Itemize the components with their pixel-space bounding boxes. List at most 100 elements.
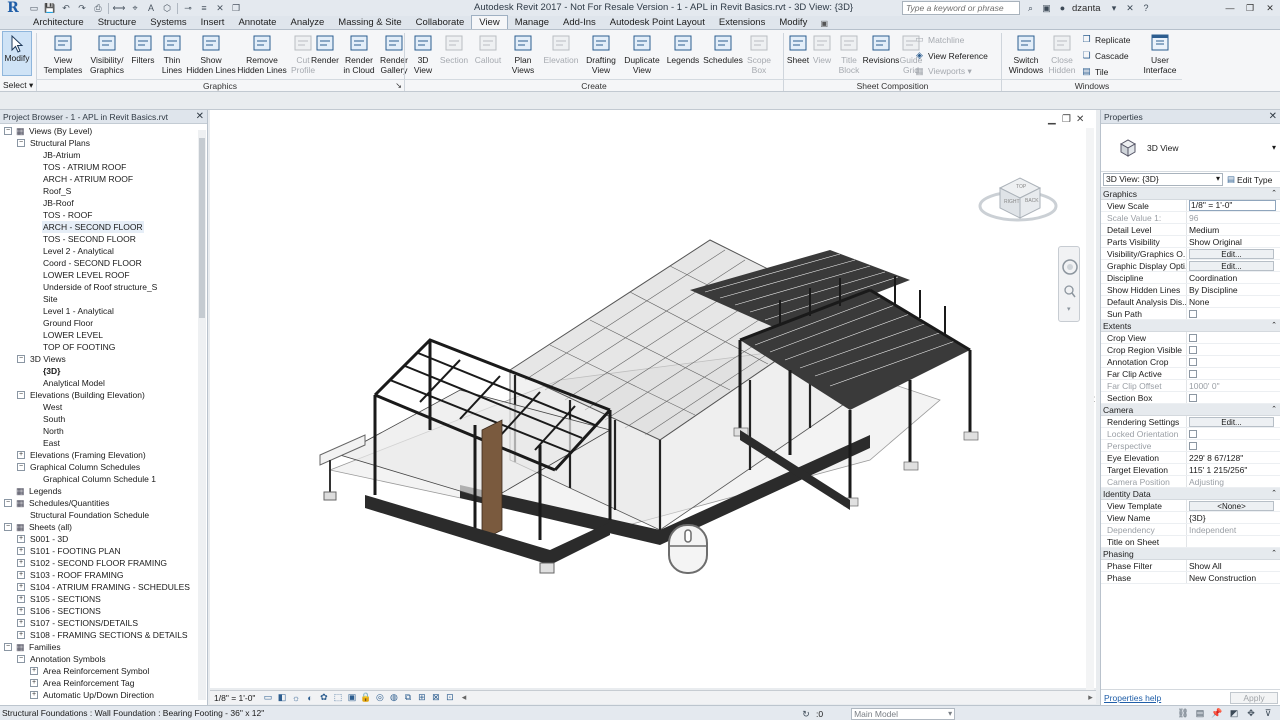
collapse-icon[interactable]: −	[17, 139, 25, 147]
property-value[interactable]: By Discipline	[1187, 284, 1280, 295]
property-value[interactable]: Show Original	[1187, 236, 1280, 247]
search-icon[interactable]: ⌕	[1024, 2, 1037, 15]
browser-item[interactable]: + S107 - SECTIONS/DETAILS	[0, 617, 207, 629]
tab-extensions[interactable]: Extensions	[712, 16, 772, 29]
user-icon[interactable]: ●	[1056, 2, 1069, 15]
browser-item[interactable]: {3D}	[0, 365, 207, 377]
browser-item[interactable]: Site	[0, 293, 207, 305]
restore-icon[interactable]: ❐	[1062, 114, 1071, 125]
restore-icon[interactable]: ❐	[1240, 0, 1260, 16]
browser-item[interactable]: TOP OF FOOTING	[0, 341, 207, 353]
close-hidden-button[interactable]: Close Hidden	[1046, 32, 1078, 75]
graphics-panel-label[interactable]: Graphics ↘	[36, 79, 404, 91]
property-value[interactable]: {3D}	[1187, 512, 1280, 523]
expand-icon[interactable]: +	[17, 571, 25, 579]
browser-item[interactable]: + Area Reinforcement Tag	[0, 677, 207, 689]
tab-autodesk-point-layout[interactable]: Autodesk Point Layout	[603, 16, 712, 29]
property-value[interactable]	[1187, 392, 1280, 403]
property-value[interactable]	[1187, 308, 1280, 319]
type-selector[interactable]: 3D View ▾	[1101, 124, 1280, 172]
expand-icon[interactable]: +	[17, 547, 25, 555]
browser-item[interactable]: − ▦ Sheets (all)	[0, 521, 207, 533]
property-value[interactable]: Coordination	[1187, 272, 1280, 283]
expand-icon[interactable]: +	[17, 619, 25, 627]
text-icon[interactable]: A	[144, 2, 158, 15]
expand-icon[interactable]: +	[30, 691, 38, 699]
property-checkbox[interactable]	[1189, 370, 1197, 378]
undo-icon[interactable]: ↶	[59, 2, 73, 15]
subscription-icon[interactable]: ▣	[1040, 2, 1053, 15]
revit-logo-icon[interactable]: R	[0, 0, 26, 16]
property-edit-button[interactable]: Edit...	[1189, 249, 1274, 259]
browser-item[interactable]: North	[0, 425, 207, 437]
browser-item[interactable]: + Elevations (Framing Elevation)	[0, 449, 207, 461]
property-edit-button[interactable]: <None>	[1189, 501, 1274, 511]
property-edit-button[interactable]: Edit...	[1189, 417, 1274, 427]
property-value[interactable]: New Construction	[1187, 572, 1280, 583]
property-value[interactable]: None	[1187, 296, 1280, 307]
property-value[interactable]: 229' 8 67/128"	[1187, 452, 1280, 463]
detail-level-icon[interactable]: ▭	[262, 692, 273, 703]
expand-icon[interactable]: +	[17, 451, 25, 459]
browser-item[interactable]: − Annotation Symbols	[0, 653, 207, 665]
tab-manage[interactable]: Manage	[508, 16, 556, 29]
browser-item[interactable]: Ground Floor	[0, 317, 207, 329]
property-value[interactable]	[1187, 368, 1280, 379]
property-checkbox[interactable]	[1189, 310, 1197, 318]
exchange-apps-icon[interactable]: ✕	[1124, 2, 1137, 15]
collapse-icon[interactable]: −	[4, 523, 12, 531]
browser-item[interactable]: + S103 - ROOF FRAMING	[0, 569, 207, 581]
render-gallery-button[interactable]: Render Gallery	[378, 32, 410, 75]
browser-item[interactable]: + S106 - SECTIONS	[0, 605, 207, 617]
view-templates-button[interactable]: View Templates	[40, 32, 86, 75]
panel-launcher-icon[interactable]: ↘	[395, 81, 402, 90]
thin-lines-icon[interactable]: ≡	[197, 2, 211, 15]
render-button[interactable]: Render	[310, 32, 340, 65]
browser-item[interactable]: East	[0, 437, 207, 449]
expand-icon[interactable]: +	[17, 559, 25, 567]
minimize-icon[interactable]: ▁	[1048, 114, 1056, 125]
scroll-right-icon[interactable]: ▸	[1085, 692, 1096, 703]
browser-item[interactable]: − Structural Plans	[0, 137, 207, 149]
viewcube-icon[interactable]: TOP RIGHT BACK	[978, 166, 1068, 226]
browser-item[interactable]: − Graphical Column Schedules	[0, 461, 207, 473]
switch-windows-icon[interactable]: ❐	[229, 2, 243, 15]
property-value[interactable]	[1187, 344, 1280, 355]
plan-views-button[interactable]: Plan Views	[506, 32, 540, 75]
reveal-hidden-icon[interactable]: ◍	[388, 692, 399, 703]
browser-item[interactable]: TOS - ROOF	[0, 209, 207, 221]
modify-button[interactable]: Modify	[2, 31, 32, 76]
property-checkbox[interactable]	[1189, 394, 1197, 402]
revisions-button[interactable]: Revisions	[863, 32, 899, 65]
active-workset-dropdown[interactable]: Main Model	[851, 708, 956, 720]
property-value[interactable]: <None>	[1187, 500, 1280, 511]
drag-elements-icon[interactable]: ✥	[1245, 707, 1257, 719]
tab-architecture[interactable]: Architecture	[26, 16, 91, 29]
drafting-view-button[interactable]: Drafting View	[582, 32, 620, 75]
expand-icon[interactable]: +	[17, 535, 25, 543]
visibility-graphics-button[interactable]: Visibility/ Graphics	[86, 32, 128, 75]
tab-analyze[interactable]: Analyze	[283, 16, 331, 29]
close-icon[interactable]: ✕	[196, 110, 204, 124]
scrollbar-thumb[interactable]	[199, 138, 205, 318]
tab-modify[interactable]: Modify	[772, 16, 814, 29]
property-value[interactable]	[1187, 356, 1280, 367]
property-input[interactable]: 1/8" = 1'-0"	[1189, 200, 1276, 211]
section-icon[interactable]: ⊸	[181, 2, 195, 15]
apply-button[interactable]: Apply	[1230, 691, 1278, 704]
cascade-button[interactable]: ❏ Cascade	[1081, 50, 1128, 61]
filter-icon[interactable]: ⊽	[1262, 707, 1274, 719]
chevron-down-icon[interactable]: ▾	[1272, 143, 1276, 152]
tab-annotate[interactable]: Annotate	[231, 16, 283, 29]
matchline-button[interactable]: ▭ Matchline	[914, 34, 964, 45]
collapse-icon[interactable]: ⌃	[1271, 188, 1277, 200]
callout-button[interactable]: Callout	[470, 32, 506, 65]
browser-item[interactable]: Level 2 - Analytical	[0, 245, 207, 257]
browser-item[interactable]: Underside of Roof structure_S	[0, 281, 207, 293]
property-checkbox[interactable]	[1189, 358, 1197, 366]
save-icon[interactable]: 💾	[43, 2, 57, 15]
browser-item[interactable]: − ▦ Views (By Level)	[0, 125, 207, 137]
browser-item[interactable]: + Area Reinforcement Symbol	[0, 665, 207, 677]
worksharing-display-icon[interactable]: ⧉	[402, 692, 413, 703]
tile-button[interactable]: ▤ Tile	[1081, 66, 1108, 77]
